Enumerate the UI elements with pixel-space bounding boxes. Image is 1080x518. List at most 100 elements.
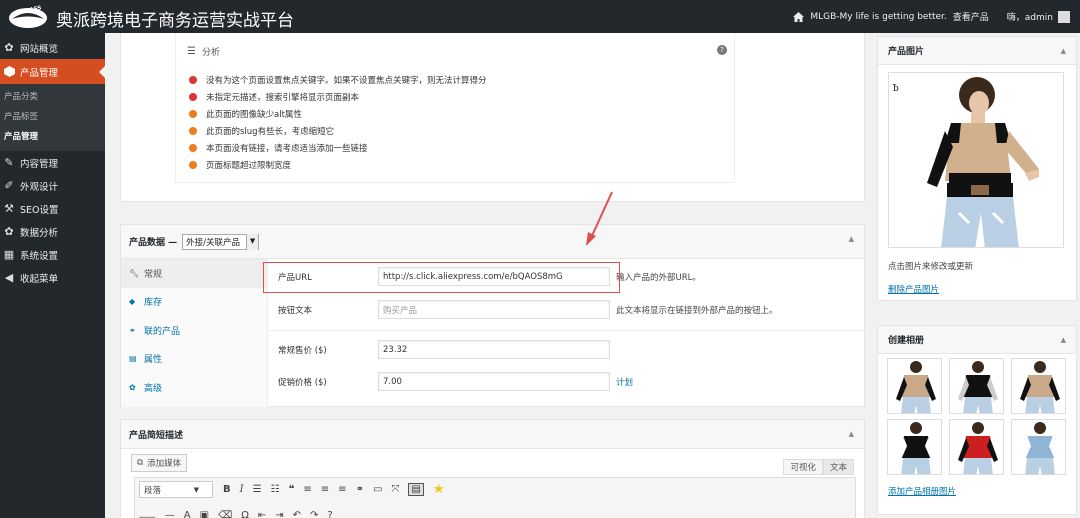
wrench-icon: 🔧︎ bbox=[129, 268, 140, 278]
toolbar-toggle-icon[interactable]: ▤ bbox=[408, 483, 424, 496]
remove-product-image-link[interactable]: 删除产品图片 bbox=[888, 283, 939, 295]
clear-format-icon[interactable]: ⌫ bbox=[218, 510, 232, 518]
blockquote-icon[interactable]: ❝ bbox=[289, 484, 295, 495]
collapse-toggle-icon[interactable]: ▲ bbox=[849, 235, 854, 243]
pin-icon: ✎ bbox=[4, 156, 14, 169]
seo-result-item: 本页面没有链接，请考虑适当添加一些链接 bbox=[187, 139, 487, 156]
field-row-sale-price: 促销价格 ($) 7.00 计划 bbox=[268, 372, 865, 391]
admin-sidebar: ✿ 网站概览 产品管理 产品分类 产品标签 产品管理 ✎ 内容管理 ✐ 外观设计 ⚒ S… bbox=[0, 33, 105, 518]
tab-text[interactable]: 文本 bbox=[822, 459, 854, 475]
seo-result-item: 此页面的图像缺少alt属性 bbox=[187, 105, 487, 122]
product-url-description: 输入产品的外部URL。 bbox=[616, 272, 701, 283]
collapse-toggle-icon[interactable]: ▲ bbox=[849, 430, 854, 438]
button-text-input[interactable]: 购买产品 bbox=[378, 300, 610, 319]
fullscreen-icon[interactable]: ⤧ bbox=[391, 484, 399, 495]
home-icon[interactable] bbox=[793, 11, 805, 22]
tab-advanced[interactable]: ✿ 高级 bbox=[121, 373, 267, 402]
format-select[interactable]: 段落 ▼ bbox=[139, 481, 213, 498]
sidebar-item-analytics[interactable]: ✿ 数据分析 bbox=[0, 220, 105, 243]
seo-result-item: 页面标题超过限制宽度 bbox=[187, 156, 487, 173]
tab-inventory[interactable]: ◆ 库存 bbox=[121, 288, 267, 317]
text-color-icon[interactable]: A bbox=[184, 510, 191, 518]
sidebar-item-overview[interactable]: ✿ 网站概览 bbox=[0, 36, 105, 59]
gallery-thumbnail[interactable] bbox=[949, 419, 1004, 475]
strikethrough-icon[interactable]: ⸺ bbox=[139, 508, 156, 518]
submenu-item-product-manage[interactable]: 产品管理 bbox=[0, 127, 105, 147]
gallery-thumbnail[interactable] bbox=[887, 419, 942, 475]
regular-price-input[interactable]: 23.32 bbox=[378, 340, 610, 359]
sidebar-item-collapse[interactable]: ◀ 收起菜单 bbox=[0, 266, 105, 289]
sidebar-item-products[interactable]: 产品管理 bbox=[0, 59, 105, 84]
product-gallery-title: 创建相册 bbox=[888, 336, 925, 346]
tab-visual[interactable]: 可视化 bbox=[783, 459, 823, 475]
add-media-button[interactable]: ⧉ 添加媒体 bbox=[131, 454, 188, 472]
indent-icon[interactable]: ⇥ bbox=[275, 510, 283, 518]
numbered-list-icon[interactable]: ☷ bbox=[271, 484, 280, 495]
product-image[interactable]: ƀ bbox=[888, 72, 1064, 248]
platform-title: 奥派跨境电子商务运营实战平台 bbox=[56, 11, 294, 31]
help-icon[interactable]: ? bbox=[717, 45, 727, 55]
submenu-item-tags[interactable]: 产品标签 bbox=[0, 107, 105, 127]
align-right-icon[interactable]: ≡ bbox=[338, 484, 346, 495]
star-icon[interactable]: ★ bbox=[433, 482, 445, 497]
gallery-thumbnail[interactable] bbox=[949, 358, 1004, 414]
list-icon: ▤ bbox=[129, 354, 137, 364]
sidebar-item-seo[interactable]: ⚒ SEO设置 bbox=[0, 197, 105, 220]
media-icon: ⧉ bbox=[137, 458, 144, 468]
status-dot-orange bbox=[189, 109, 197, 118]
collapse-toggle-icon[interactable]: ▲ bbox=[1061, 47, 1066, 55]
tab-attributes[interactable]: ▤ 属性 bbox=[121, 345, 267, 374]
paste-text-icon[interactable]: ▣ bbox=[200, 510, 209, 518]
undo-icon[interactable]: ↶ bbox=[293, 510, 301, 518]
horizontal-line-icon[interactable]: — bbox=[165, 510, 175, 518]
cube-icon bbox=[3, 66, 15, 78]
view-product-link[interactable]: 查看产品 bbox=[953, 10, 989, 23]
regular-price-label: 常规售价 ($) bbox=[278, 345, 327, 356]
status-dot-orange bbox=[189, 143, 197, 152]
read-more-icon[interactable]: ▭ bbox=[373, 484, 382, 495]
collapse-toggle-icon[interactable]: ▲ bbox=[1061, 336, 1066, 344]
analysis-header: ☰ 分析 ? bbox=[187, 41, 727, 61]
tab-linked-products[interactable]: ⚭ 联的产品 bbox=[121, 316, 267, 345]
bold-icon[interactable]: B bbox=[223, 484, 231, 495]
sidebar-item-label: 数据分析 bbox=[20, 227, 59, 239]
chevron-down-icon: ▼ bbox=[193, 485, 199, 494]
italic-icon[interactable]: I bbox=[240, 484, 244, 495]
link-icon: ⚭ bbox=[129, 325, 136, 335]
add-gallery-images-link[interactable]: 添加产品相册图片 bbox=[888, 485, 956, 497]
gear-icon: ✿ bbox=[129, 382, 136, 392]
special-char-icon[interactable]: Ω bbox=[241, 510, 249, 518]
sale-price-input[interactable]: 7.00 bbox=[378, 372, 610, 391]
brush-icon: ✐ bbox=[4, 179, 14, 192]
schedule-link[interactable]: 计划 bbox=[616, 376, 633, 388]
outdent-icon[interactable]: ⇤ bbox=[258, 510, 266, 518]
seo-result-item: 没有为这个页面设置焦点关键字。如果不设置焦点关键字，则无法计算得分 bbox=[187, 71, 487, 88]
gallery-thumbnail[interactable] bbox=[887, 358, 942, 414]
admin-top-bar: ALLPASS 奥派跨境电子商务运营实战平台 MLGB-My life is g… bbox=[0, 0, 1080, 33]
submenu-item-categories[interactable]: 产品分类 bbox=[0, 87, 105, 107]
user-greeting[interactable]: 嗨，admin bbox=[1007, 10, 1053, 23]
bullet-list-icon[interactable]: ☰ bbox=[253, 484, 262, 495]
editor-toolbar: 段落 ▼ B I ☰ ☷ ❝ ≡ ≡ ≡ ⚭ ▭ ⤧ ▤ ★ ⸺ — A ▣ ⌫ … bbox=[134, 477, 856, 518]
sidebar-item-settings[interactable]: ▦ 系统设置 bbox=[0, 243, 105, 266]
help-icon[interactable]: ? bbox=[327, 510, 332, 518]
link-icon[interactable]: ⚭ bbox=[356, 484, 364, 495]
product-image-title: 产品图片 bbox=[888, 47, 925, 57]
site-name-link[interactable]: MLGB-My life is getting better. bbox=[810, 12, 946, 22]
redo-icon[interactable]: ↷ bbox=[310, 510, 318, 518]
annotation-arrow bbox=[586, 191, 613, 246]
products-submenu: 产品分类 产品标签 产品管理 bbox=[0, 84, 105, 151]
product-type-value: 外接/关联产品 bbox=[186, 237, 241, 248]
product-type-select[interactable]: 外接/关联产品 ▼ bbox=[182, 233, 260, 250]
allpass-logo[interactable]: ALLPASS bbox=[6, 3, 52, 29]
avatar[interactable] bbox=[1058, 10, 1070, 23]
status-dot-orange bbox=[189, 160, 197, 169]
gallery-thumbnail[interactable] bbox=[1011, 358, 1066, 414]
list-icon: ☰ bbox=[187, 45, 196, 57]
sidebar-item-content[interactable]: ✎ 内容管理 bbox=[0, 151, 105, 174]
sidebar-item-appearance[interactable]: ✐ 外观设计 bbox=[0, 174, 105, 197]
tab-general[interactable]: 🔧︎ 常规 bbox=[121, 259, 267, 288]
align-center-icon[interactable]: ≡ bbox=[321, 484, 329, 495]
align-left-icon[interactable]: ≡ bbox=[303, 484, 311, 495]
gallery-thumbnail[interactable] bbox=[1011, 419, 1066, 475]
